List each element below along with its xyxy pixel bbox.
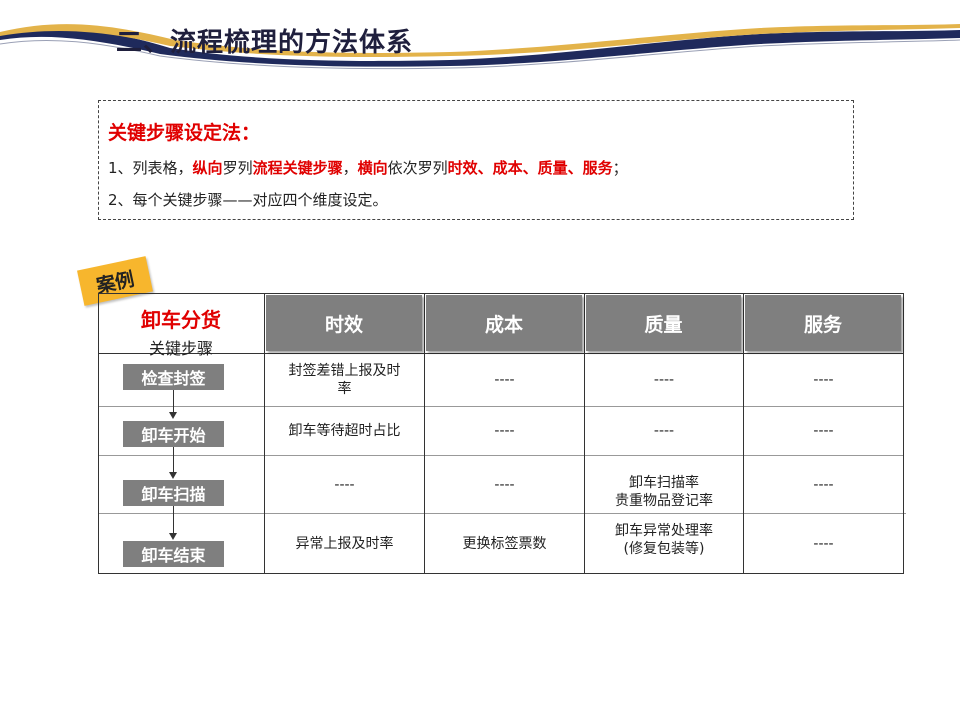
method-line-1-part: 罗列	[222, 159, 253, 177]
table-cell: ----	[334, 476, 355, 493]
method-line-2: 2、每个关键步骤——对应四个维度设定。	[108, 191, 388, 209]
method-line-1-part: 时效、成本、质量、服务	[447, 159, 613, 177]
flow-arrow-shaft	[173, 447, 174, 472]
table-cell: ----	[653, 372, 675, 388]
table-border-bottom	[98, 573, 904, 574]
column-header-timeliness: 时效	[266, 295, 422, 351]
table-cell: 异常上报及时率	[295, 535, 394, 552]
flow-arrow-head	[169, 472, 177, 479]
table-cell: 卸车等待超时占比	[288, 423, 401, 439]
table-cell: ----	[494, 423, 515, 439]
flow-arrow-shaft	[173, 390, 174, 412]
table-cell: ----	[813, 476, 834, 493]
step-label: 检查封签	[123, 364, 224, 390]
flow-arrow-head	[169, 412, 177, 419]
method-line-1-part: 纵向	[192, 159, 223, 177]
step-label: 卸车结束	[123, 541, 224, 567]
table-cell: ----	[813, 372, 834, 388]
case-tag: 案例	[77, 256, 153, 306]
method-line-1: 1、列表格，纵向罗列流程关键步骤，横向依次罗列时效、成本、质量、服务；	[108, 157, 628, 178]
step-label: 卸车扫描	[123, 480, 224, 506]
table-cell: ----	[813, 423, 834, 439]
method-line-1-part: ；	[612, 159, 628, 177]
method-line-1-part: 依次罗列	[387, 159, 448, 177]
method-heading: 关键步骤设定法：	[108, 122, 261, 144]
table-cell: 更换标签票数	[462, 535, 547, 552]
table-cell: ----	[494, 372, 515, 388]
flow-arrow-shaft	[173, 506, 174, 533]
table-cell: 封签差错上报及时 率	[288, 363, 401, 397]
method-line-1-part: ，	[342, 159, 358, 177]
table-corner-title: 卸车分货	[141, 308, 221, 332]
column-header-service: 服务	[745, 295, 901, 351]
slide-title: 二、流程梳理的方法体系	[116, 28, 414, 58]
table-border-right	[903, 293, 904, 574]
method-line-1-part: 横向	[357, 159, 388, 177]
method-description-box: 关键步骤设定法： 1、列表格，纵向罗列流程关键步骤，横向依次罗列时效、成本、质量…	[98, 100, 854, 220]
method-line-1-part: 流程关键步骤	[252, 159, 343, 177]
flow-arrow-head	[169, 533, 177, 540]
table-cell: 卸车异常处理率 (修复包装等)	[615, 522, 713, 557]
column-header-cost: 成本	[426, 295, 582, 351]
column-header-quality: 质量	[586, 295, 741, 351]
table-corner-subtitle: 关键步骤	[148, 339, 213, 358]
table-cell: ----	[494, 476, 515, 493]
table-cell: ----	[813, 535, 834, 552]
table-cell: ----	[653, 423, 675, 439]
method-line-1-part: 1、列表格，	[108, 159, 193, 177]
step-label: 卸车开始	[123, 421, 224, 447]
table-border-top	[98, 293, 904, 294]
